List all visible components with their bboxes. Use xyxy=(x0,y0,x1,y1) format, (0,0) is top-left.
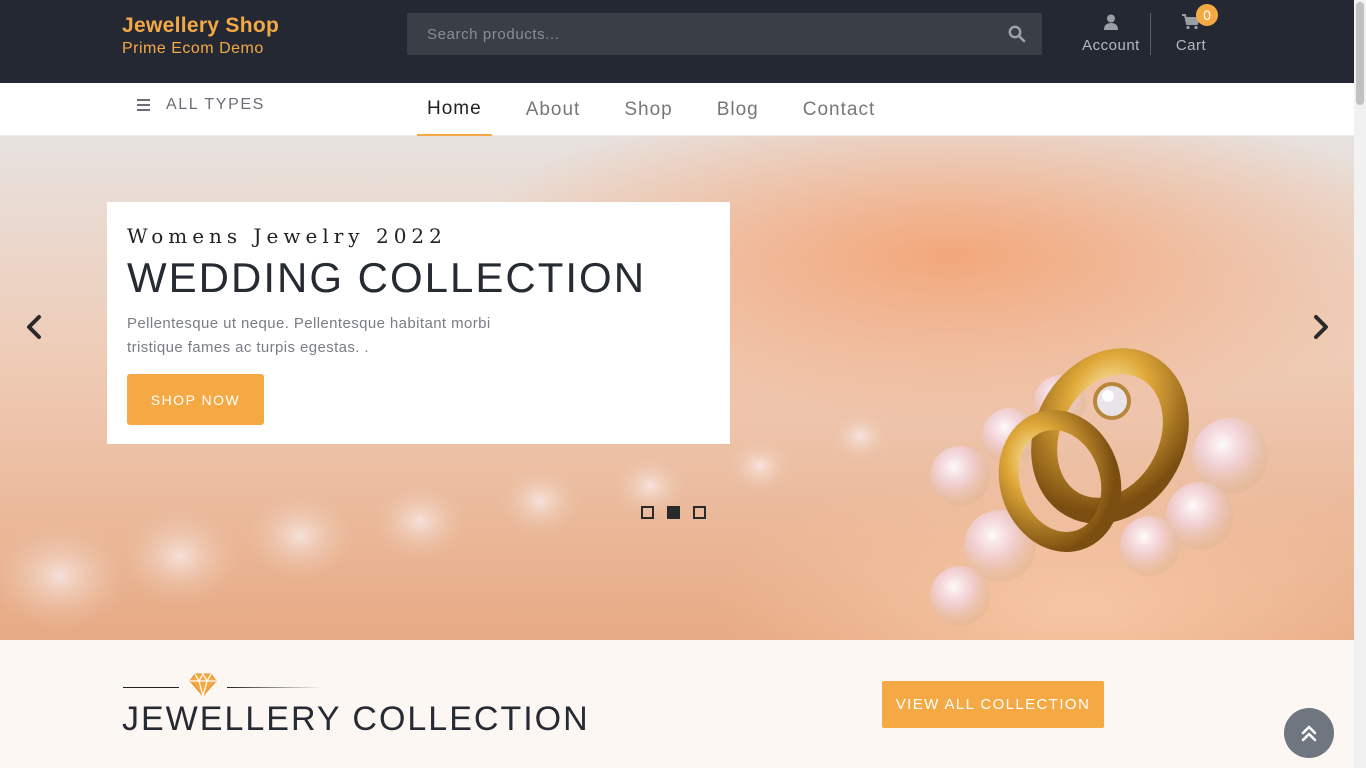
nav-item-home[interactable]: Home xyxy=(417,83,492,136)
slider-indicator-2[interactable] xyxy=(667,506,680,519)
categories-label: ALL TYPES xyxy=(166,96,265,113)
categories-toggle[interactable]: ALL TYPES xyxy=(137,96,265,114)
back-to-top-button[interactable] xyxy=(1284,708,1334,758)
top-header: Jewellery Shop Prime Ecom Demo Account C… xyxy=(0,0,1354,83)
scrollbar-thumb[interactable] xyxy=(1356,2,1364,105)
brand-logo[interactable]: Jewellery Shop Prime Ecom Demo xyxy=(122,13,279,59)
hamburger-icon xyxy=(137,99,150,111)
diamond-icon xyxy=(189,672,217,698)
title-divider-right xyxy=(227,687,322,688)
search-bar xyxy=(407,13,1042,55)
view-all-collection-button[interactable]: VIEW ALL COLLECTION xyxy=(882,681,1104,728)
collection-section: JEWELLERY COLLECTION VIEW ALL COLLECTION xyxy=(0,640,1354,768)
search-icon xyxy=(1008,25,1026,43)
account-label: Account xyxy=(1082,37,1140,54)
slider-indicator-1[interactable] xyxy=(641,506,654,519)
brand-tagline: Prime Ecom Demo xyxy=(122,40,264,57)
nav-menu: Home About Shop Blog Contact xyxy=(417,83,909,136)
header-divider xyxy=(1150,13,1151,55)
search-input[interactable] xyxy=(407,13,997,55)
nav-item-shop[interactable]: Shop xyxy=(614,83,682,136)
hero-description: Pellentesque ut neque. Pellentesque habi… xyxy=(127,315,491,356)
cart-count-badge: 0 xyxy=(1196,4,1218,26)
nav-item-about[interactable]: About xyxy=(516,83,591,136)
collection-title: JEWELLERY COLLECTION xyxy=(122,700,590,738)
cart-label: Cart xyxy=(1175,37,1207,54)
hero-subtitle: Womens Jewelry 2022 xyxy=(127,224,447,248)
page-scrollbar[interactable] xyxy=(1354,0,1366,768)
main-navbar: ALL TYPES Home About Shop Blog Contact xyxy=(0,83,1354,136)
slider-indicators xyxy=(641,506,719,519)
nav-item-contact[interactable]: Contact xyxy=(793,83,885,136)
hero-slider: Womens Jewelry 2022 WEDDING COLLECTION P… xyxy=(0,136,1354,640)
shop-now-button[interactable]: SHOP NOW xyxy=(127,374,264,425)
slider-next-button[interactable] xyxy=(1308,314,1332,340)
hero-title: WEDDING COLLECTION xyxy=(127,254,647,301)
nav-item-blog[interactable]: Blog xyxy=(707,83,769,136)
chevron-left-icon xyxy=(27,315,41,339)
search-button[interactable] xyxy=(1008,25,1026,43)
account-link[interactable]: Account xyxy=(1078,14,1144,54)
hero-caption: Womens Jewelry 2022 WEDDING COLLECTION P… xyxy=(107,202,730,444)
user-icon xyxy=(1104,14,1118,30)
chevron-right-icon xyxy=(1314,315,1328,339)
slider-prev-button[interactable] xyxy=(23,314,47,340)
title-divider-left xyxy=(123,687,179,688)
double-chevron-up-icon xyxy=(1301,725,1317,742)
slider-indicator-3[interactable] xyxy=(693,506,706,519)
brand-name[interactable]: Jewellery Shop xyxy=(122,13,279,39)
